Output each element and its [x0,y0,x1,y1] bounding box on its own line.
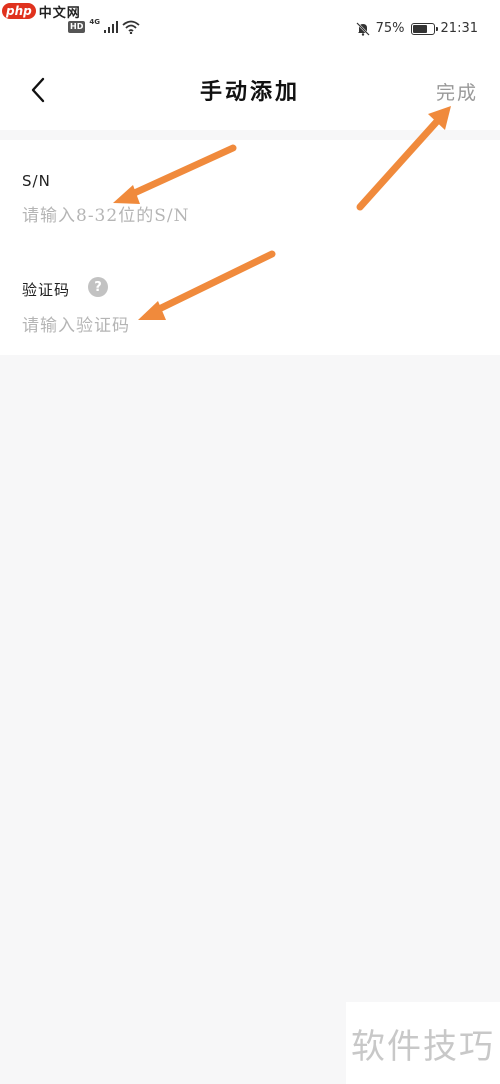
hd-badge: HD [68,21,86,33]
status-left-indicators: HD 4G [68,18,140,34]
verification-code-label: 验证码 [22,281,71,299]
help-icon[interactable]: ? [88,277,108,297]
status-bar: php 中文网 HD 4G 75% 21:31 [0,0,500,48]
sn-label: S/N [22,172,51,190]
battery-icon [410,22,438,35]
site-logo-text: 中文网 [38,5,81,21]
page-title: 手动添加 [199,80,300,105]
site-logo: php 中文网 [2,2,81,21]
bell-muted-icon [355,21,370,36]
battery-fill [412,24,427,33]
battery-percent: 75% [375,21,405,36]
form-card: S/N 验证码 ? [0,140,500,355]
verification-code-input[interactable] [22,312,462,340]
watermark-text: 软件技巧 [346,1002,500,1084]
site-logo-php: php [2,3,36,19]
status-right-indicators: 75% 21:31 [355,21,478,36]
sn-input[interactable] [22,202,462,230]
nav-bar: 手动添加 完成 [0,48,500,130]
wifi-icon [122,20,140,34]
network-type: 4G [89,18,100,26]
done-button[interactable]: 完成 [436,78,478,105]
signal-icon [103,21,118,33]
clock: 21:31 [440,21,478,36]
